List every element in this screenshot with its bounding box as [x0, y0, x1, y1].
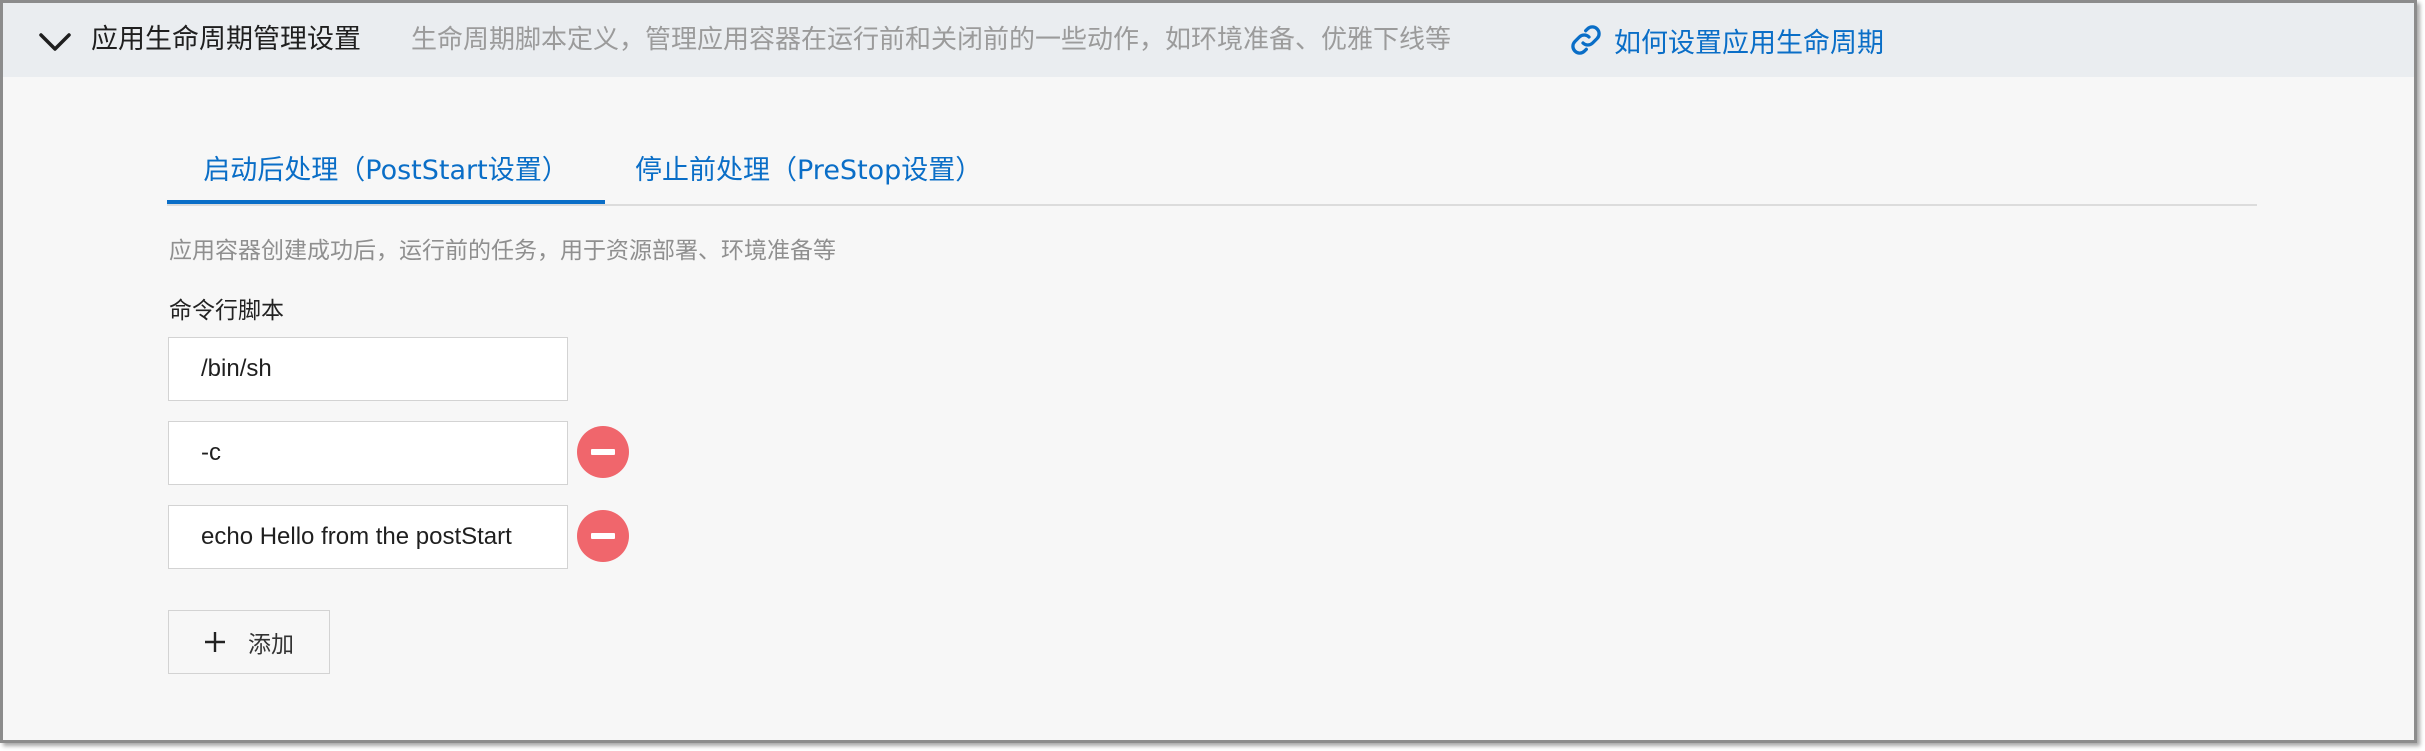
- minus-circle-icon[interactable]: [577, 510, 629, 562]
- chevron-down-icon[interactable]: [35, 27, 75, 57]
- link-icon: [1568, 22, 1604, 58]
- tab-prestop[interactable]: 停止前处理（PreStop设置）: [635, 143, 995, 204]
- minus-circle-icon[interactable]: [577, 426, 629, 478]
- lifecycle-tabs: 启动后处理（PostStart设置） 停止前处理（PreStop设置）: [167, 143, 2257, 206]
- plus-icon: [204, 631, 226, 653]
- section-description: 生命周期脚本定义，管理应用容器在运行前和关闭前的一些动作，如环境准备、优雅下线等: [411, 25, 1452, 55]
- command-script-label: 命令行脚本: [169, 298, 284, 324]
- add-command-button[interactable]: 添加: [168, 610, 330, 674]
- help-link-label: 如何设置应用生命周期: [1614, 27, 1884, 59]
- help-link[interactable]: 如何设置应用生命周期: [1568, 3, 1884, 77]
- section-title: 应用生命周期管理设置: [91, 24, 361, 55]
- tab-description: 应用容器创建成功后，运行前的任务，用于资源部署、环境准备等: [169, 238, 836, 264]
- command-input-1[interactable]: [168, 337, 568, 401]
- section-header: 应用生命周期管理设置 生命周期脚本定义，管理应用容器在运行前和关闭前的一些动作，…: [3, 3, 2414, 77]
- add-button-label: 添加: [248, 632, 294, 658]
- lifecycle-panel: 应用生命周期管理设置 生命周期脚本定义，管理应用容器在运行前和关闭前的一些动作，…: [0, 0, 2417, 743]
- command-input-2[interactable]: [168, 421, 568, 485]
- command-input-3[interactable]: [168, 505, 568, 569]
- tab-poststart[interactable]: 启动后处理（PostStart设置）: [167, 143, 605, 204]
